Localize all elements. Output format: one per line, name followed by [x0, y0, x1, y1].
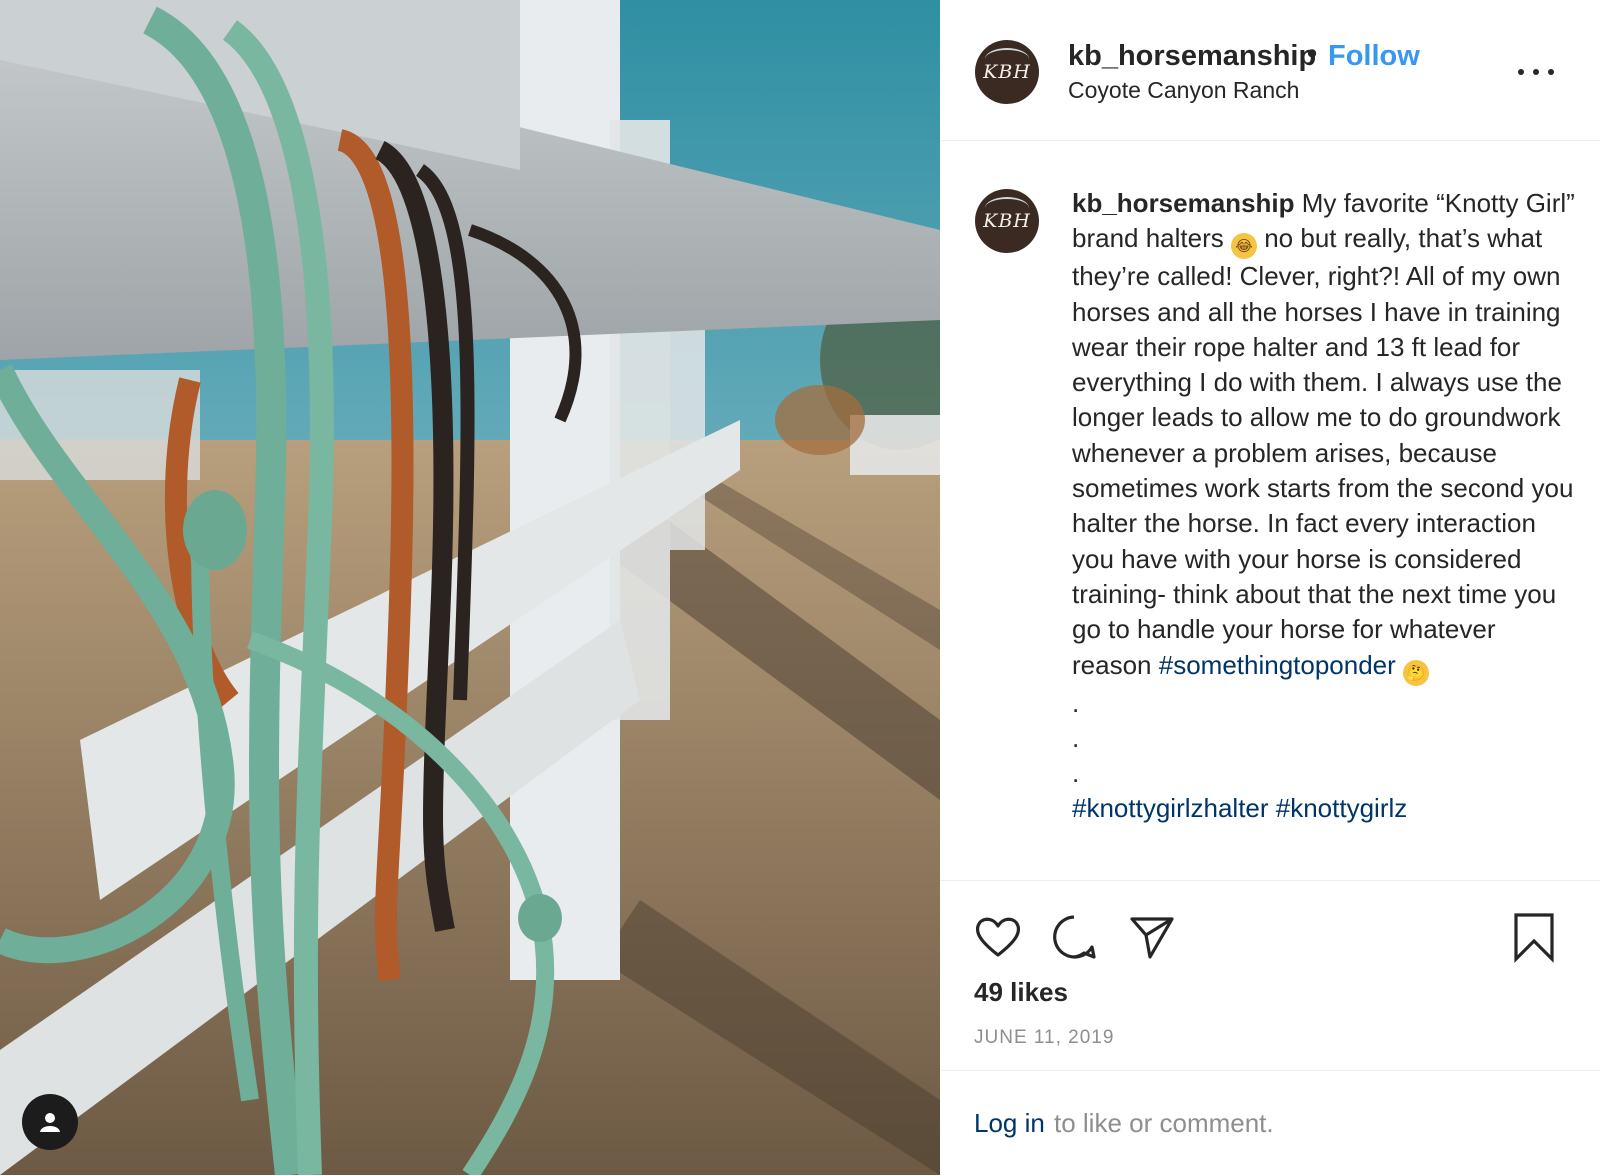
follow-button[interactable]: Follow: [1328, 40, 1420, 73]
horse-logo-icon: [985, 197, 1029, 219]
bookmark-icon[interactable]: [1508, 911, 1560, 963]
tagged-users-button[interactable]: [22, 1094, 78, 1150]
post-header: KBH kb_horsemanship • Follow Coyote Cany…: [940, 0, 1600, 141]
avatar[interactable]: KBH: [975, 40, 1039, 104]
more-options-icon[interactable]: [1518, 62, 1554, 82]
post-date[interactable]: JUNE 11, 2019: [974, 1027, 1114, 1049]
login-prompt: Log in to like or comment.: [940, 1070, 1600, 1176]
post-actions: 49 likes JUNE 11, 2019: [940, 880, 1600, 1071]
comment-icon[interactable]: [1048, 911, 1100, 963]
caption-text: kb_horsemanship My favorite “Knotty Girl…: [1072, 186, 1582, 827]
dot-icon: [1518, 69, 1524, 75]
caption-section[interactable]: KBH kb_horsemanship My favorite “Knotty …: [940, 141, 1600, 879]
login-prompt-text: to like or comment.: [1054, 1108, 1274, 1138]
post-panel: KBH kb_horsemanship • Follow Coyote Cany…: [940, 0, 1600, 1175]
hashtag-links[interactable]: #knottygirlzhalter #knottygirlz: [1072, 791, 1582, 826]
caption-body-2: no but really, that’s what they’re calle…: [1072, 223, 1574, 680]
caption-dot: .: [1072, 758, 1080, 789]
user-icon: [40, 1113, 60, 1132]
login-link[interactable]: Log in: [974, 1108, 1045, 1139]
horse-logo-icon: [985, 48, 1029, 70]
paper-plane-icon[interactable]: [1126, 911, 1178, 963]
laughing-emoji-icon: 😂: [1231, 233, 1257, 260]
dot-icon: [1548, 69, 1554, 75]
like-count[interactable]: 49 likes: [974, 977, 1068, 1008]
separator-dot: •: [1307, 38, 1318, 70]
hashtag-link[interactable]: #somethingtoponder: [1159, 650, 1396, 680]
location-link[interactable]: Coyote Canyon Ranch: [1068, 77, 1299, 104]
caption-username[interactable]: kb_horsemanship: [1072, 188, 1295, 218]
post-author-username[interactable]: kb_horsemanship: [1068, 40, 1316, 73]
thinking-emoji-icon: 🤔: [1403, 659, 1430, 686]
dot-icon: [1533, 69, 1539, 75]
post-image: [0, 0, 940, 1175]
caption-dot: .: [1072, 687, 1080, 718]
post-photo[interactable]: [0, 0, 940, 1175]
avatar[interactable]: KBH: [975, 189, 1039, 253]
heart-icon[interactable]: [972, 911, 1024, 963]
caption-dot: .: [1072, 722, 1080, 753]
